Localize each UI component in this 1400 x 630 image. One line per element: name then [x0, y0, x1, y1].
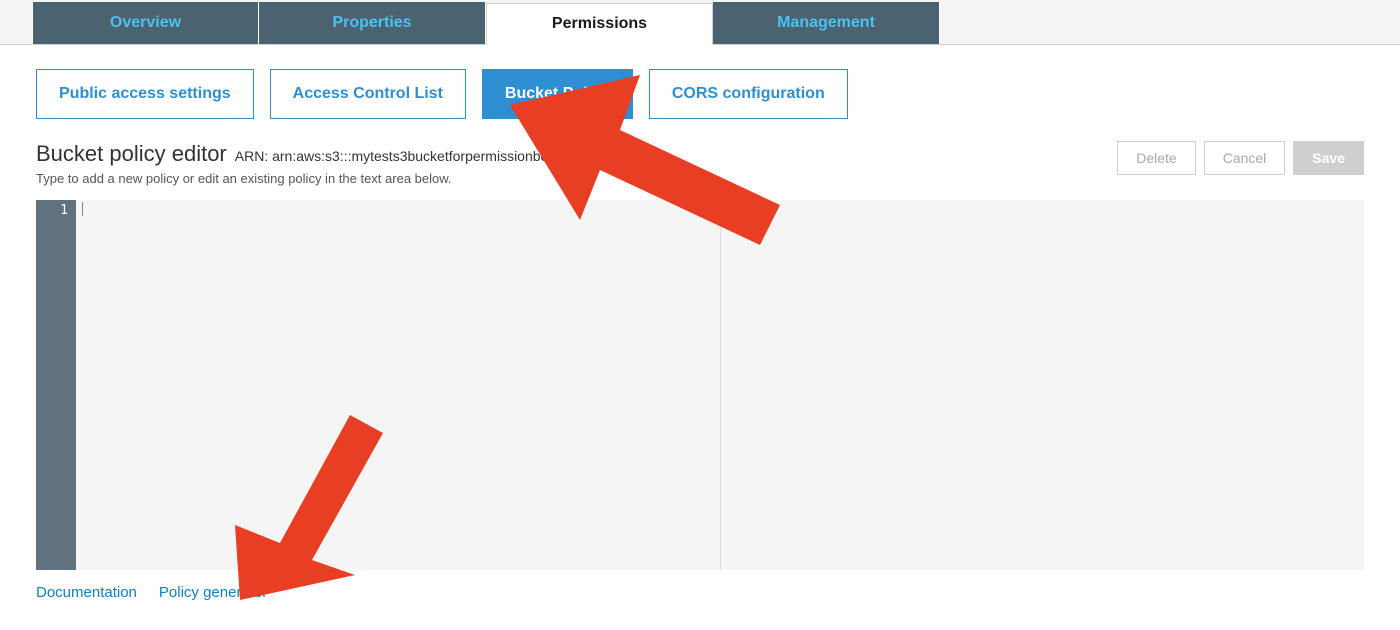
subtab-access-control-list[interactable]: Access Control List — [270, 69, 466, 119]
documentation-link[interactable]: Documentation — [36, 584, 137, 601]
subtab-public-access-settings[interactable]: Public access settings — [36, 69, 254, 119]
delete-button[interactable]: Delete — [1117, 141, 1195, 175]
policy-code-editor: 1 — [36, 200, 1364, 570]
tab-permissions[interactable]: Permissions — [486, 3, 713, 45]
editor-title: Bucket policy editor — [36, 141, 227, 167]
bottom-links: Documentation Policy generator — [0, 570, 1400, 601]
cancel-button[interactable]: Cancel — [1204, 141, 1286, 175]
tab-properties[interactable]: Properties — [259, 2, 486, 44]
line-number: 1 — [36, 202, 68, 220]
top-tabs: Overview Properties Permissions Manageme… — [0, 0, 1400, 45]
subtab-cors-configuration[interactable]: CORS configuration — [649, 69, 848, 119]
tab-overview[interactable]: Overview — [32, 2, 259, 44]
subtab-bucket-policy[interactable]: Bucket Policy — [482, 69, 633, 119]
tab-management[interactable]: Management — [713, 2, 940, 44]
editor-hint: Type to add a new policy or edit an exis… — [36, 171, 548, 186]
editor-split-divider — [720, 200, 721, 570]
policy-generator-link[interactable]: Policy generator — [159, 584, 267, 601]
editor-title-block: Bucket policy editor ARN: arn:aws:s3:::m… — [36, 141, 548, 186]
save-button[interactable]: Save — [1293, 141, 1364, 175]
editor-header: Bucket policy editor ARN: arn:aws:s3:::m… — [0, 119, 1400, 186]
sub-tabs: Public access settings Access Control Li… — [0, 45, 1400, 119]
line-gutter: 1 — [36, 200, 76, 570]
editor-actions: Delete Cancel Save — [1117, 141, 1364, 175]
text-cursor — [82, 202, 83, 216]
editor-arn: ARN: arn:aws:s3:::mytests3bucketforpermi… — [235, 148, 549, 164]
